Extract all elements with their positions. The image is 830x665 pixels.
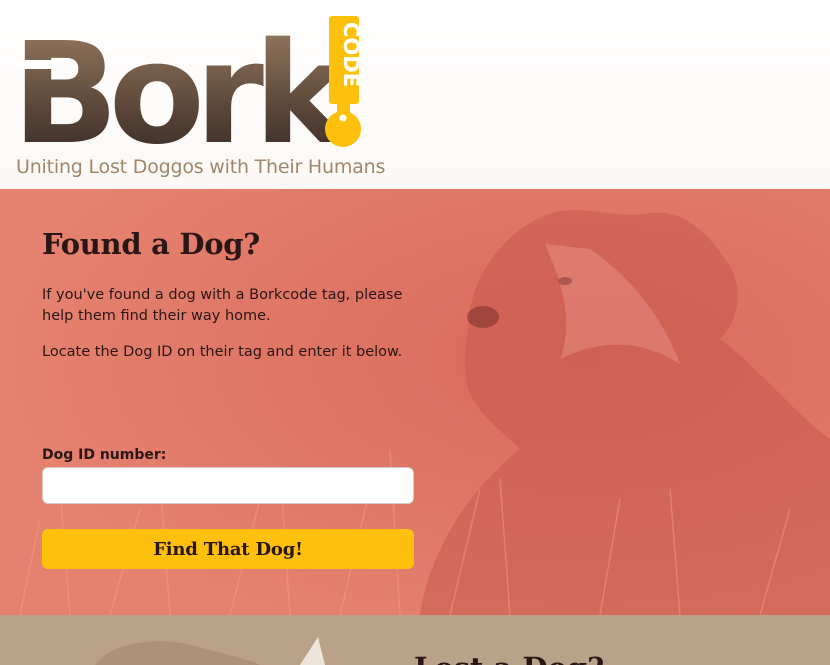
hero-instruction-text: Locate the Dog ID on their tag and enter…	[42, 344, 403, 360]
dog-tag-icon: CODE	[325, 16, 363, 147]
site-header: Bork CODE Uniting Lost Doggos with Their…	[0, 0, 830, 189]
dog-eye	[558, 277, 572, 285]
borkcode-logo[interactable]: Bork CODE	[16, 14, 366, 154]
lost-dog-heading: Lost a Dog?	[414, 651, 604, 665]
dog-id-input[interactable]	[42, 467, 414, 504]
logo-cut	[16, 60, 56, 69]
dog-nose	[467, 306, 499, 328]
logo-tag-text: CODE	[339, 22, 363, 87]
tagline: Uniting Lost Doggos with Their Humans	[16, 156, 386, 178]
hero-content: Found a Dog? If you've found a dog with …	[42, 189, 414, 615]
hero-intro-text: If you've found a dog with a Borkcode ta…	[42, 287, 403, 324]
dog-id-label: Dog ID number:	[42, 447, 167, 463]
lost-dog-section: Lost a Dog?	[0, 615, 830, 665]
find-that-dog-button[interactable]: Find That Dog!	[42, 529, 414, 569]
page: Bork CODE Uniting Lost Doggos with Their…	[0, 0, 830, 665]
found-dog-hero: Found a Dog? If you've found a dog with …	[0, 189, 830, 615]
hero-title: Found a Dog?	[42, 227, 260, 261]
logo-wordmark: Bork	[16, 14, 350, 154]
